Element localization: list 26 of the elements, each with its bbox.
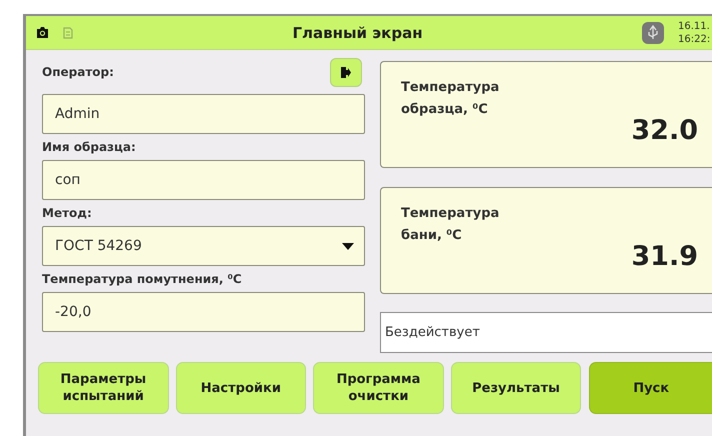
caret-icon xyxy=(342,242,354,250)
nav-button[interactable]: Результаты xyxy=(450,362,582,414)
usb-icon[interactable] xyxy=(642,22,664,44)
temperature-value: 32.0 xyxy=(630,115,698,146)
time-text: 16:22: xyxy=(678,32,712,46)
temperature-label: Температура бани, ⁰С xyxy=(401,205,500,245)
window-title: Главный экран xyxy=(291,24,424,42)
method-dropdown[interactable]: ГОСТ 54269 xyxy=(42,226,365,266)
input-field[interactable]: -20,0 xyxy=(42,292,365,332)
temperature-value: 31.9 xyxy=(630,241,698,272)
nav-button[interactable]: Настройки xyxy=(176,362,306,414)
temperature-label: Температура образца, ⁰С xyxy=(401,79,500,119)
input-field[interactable]: Admin xyxy=(42,94,365,134)
logout-icon xyxy=(341,66,351,78)
field-label: Имя образца: xyxy=(42,139,137,156)
field-label: Оператор: xyxy=(42,64,114,81)
date-text: 16.11. xyxy=(678,20,711,32)
field-label: Температура помутнения, ⁰С xyxy=(42,271,243,288)
nav-button[interactable]: Параметры испытаний xyxy=(38,362,169,414)
camera-icon[interactable] xyxy=(36,27,49,38)
logout-button[interactable] xyxy=(330,58,362,86)
status-field: Бездействует xyxy=(380,312,712,353)
field-label: Метод: xyxy=(42,205,93,222)
input-field[interactable]: соп xyxy=(42,160,365,200)
nav-button[interactable]: Пуск xyxy=(589,362,712,414)
nav-button[interactable]: Программа очистки xyxy=(313,362,444,414)
